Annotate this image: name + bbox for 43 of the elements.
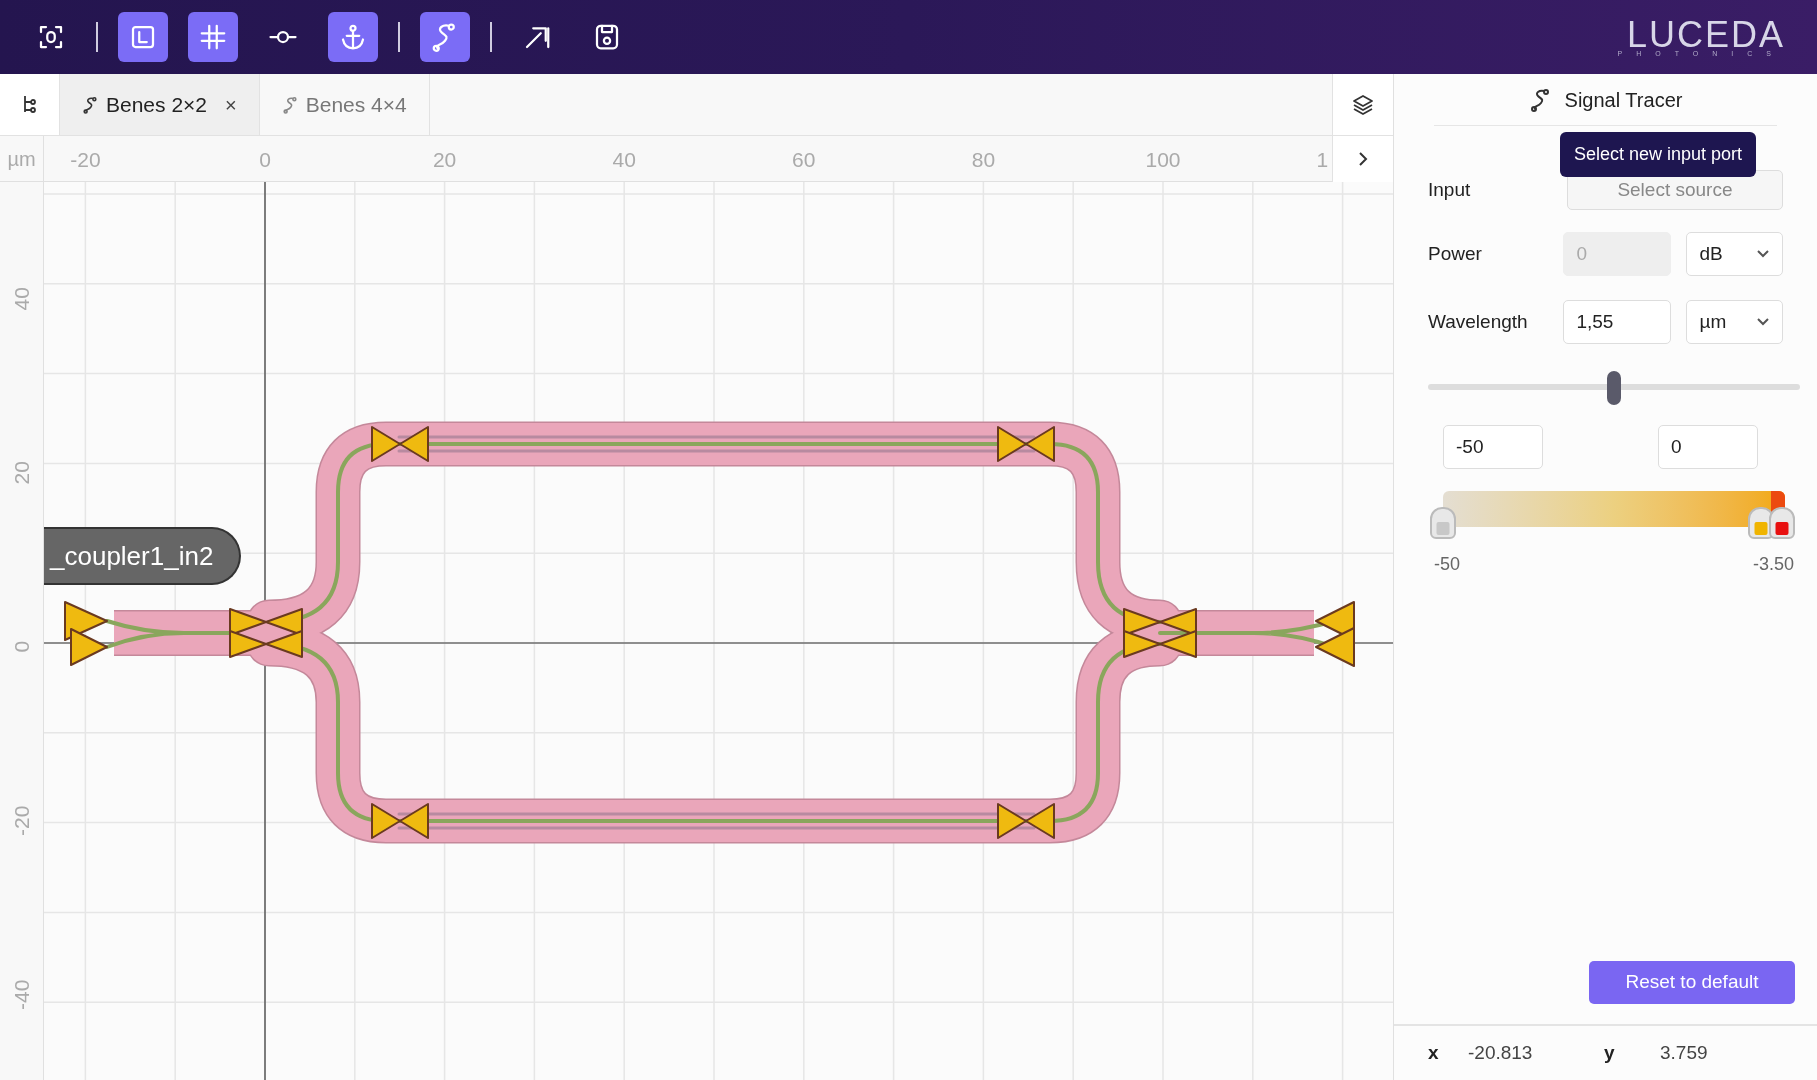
port-name-label: _coupler1_in2: [44, 527, 242, 585]
ruler-label: 40: [9, 285, 35, 312]
ruler-label: 20: [9, 459, 35, 487]
coordinate-value: -20.813: [1468, 1040, 1534, 1065]
wavelength-input[interactable]: 1,55: [1563, 300, 1672, 344]
panel-title: Signal Tracer: [1564, 87, 1683, 113]
ruler-label: 60: [792, 147, 816, 173]
range-min-input[interactable]: -50: [1443, 425, 1543, 469]
ruler-label: 0: [9, 639, 35, 655]
coordinate-label: x: [1428, 1040, 1440, 1065]
grid-icon: [198, 22, 228, 52]
slider-thumb[interactable]: [1607, 371, 1621, 405]
unit-dropdown[interactable]: µm: [1686, 300, 1783, 344]
route-icon: [281, 94, 298, 115]
ruler-label: 100: [1145, 147, 1181, 173]
chevron-down-icon: [1756, 249, 1770, 259]
ruler-label: 80: [971, 147, 996, 173]
scale-max-label: -3.50: [1752, 553, 1794, 576]
field-label: Input: [1428, 177, 1472, 202]
layers-icon: [1351, 92, 1375, 117]
field-label: Wavelength: [1428, 309, 1529, 334]
range-max-input[interactable]: 0: [1658, 425, 1758, 469]
close-tab-button[interactable]: ×: [225, 89, 237, 120]
ruler-label: 40: [612, 147, 636, 173]
chevron-down-icon: [1756, 317, 1770, 327]
tree-toggle-button[interactable]: [0, 74, 60, 135]
coordinate-value: 3.759: [1660, 1040, 1708, 1065]
ruler-unit: µm: [0, 136, 44, 181]
reset-button[interactable]: Reset to default: [1589, 961, 1795, 1004]
route-icon: [1528, 87, 1551, 112]
coordinate-label: y: [1604, 1040, 1616, 1065]
document-tab[interactable]: Benes 2×2 ×: [60, 74, 260, 135]
scale-min-label: -50: [1434, 553, 1460, 576]
ruler-label: -40: [9, 979, 35, 1013]
tooltip: Select new input port: [1560, 132, 1757, 177]
ruler-label: 20: [432, 147, 457, 173]
route-icon: [82, 94, 98, 115]
ruler-label: -20: [9, 804, 35, 839]
field-label: Power: [1428, 241, 1483, 266]
ruler-label: 0: [259, 147, 271, 173]
ruler-label: -20: [70, 147, 101, 173]
chevron-right-icon: [1357, 150, 1369, 168]
ruler-label: 1: [1316, 147, 1329, 173]
